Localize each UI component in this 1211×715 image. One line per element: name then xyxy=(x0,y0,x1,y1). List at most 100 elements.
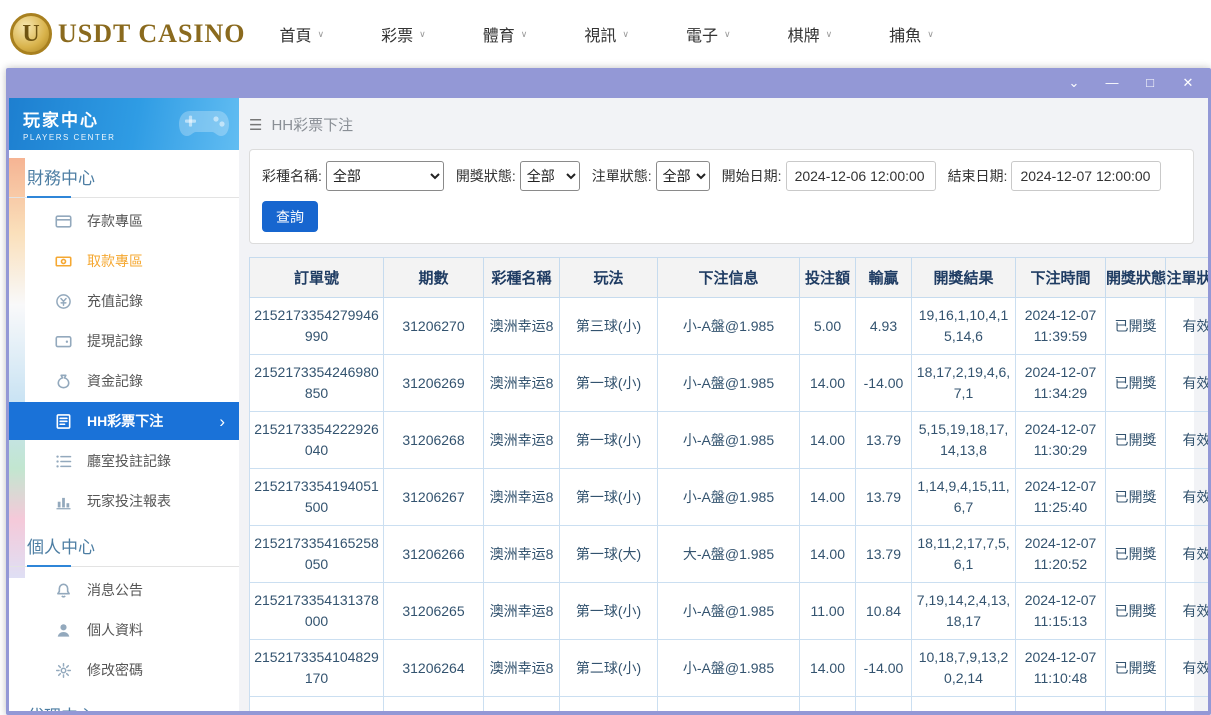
cell-order_status: 有效 xyxy=(1166,355,1209,412)
table-row-partial xyxy=(250,697,1209,712)
start-date-input[interactable] xyxy=(786,161,936,191)
draw-status-select[interactable]: 全部 xyxy=(520,161,580,191)
menu-toggle-icon[interactable]: ☰ xyxy=(249,116,262,134)
cell-order xyxy=(250,697,384,712)
cell-draw_status: 已開獎 xyxy=(1106,412,1166,469)
cell-draw_status: 已開獎 xyxy=(1106,640,1166,697)
cell-period: 31206266 xyxy=(384,526,484,583)
col-header-period: 期數 xyxy=(384,258,484,298)
sidebar-item-profile[interactable]: 個人資料 xyxy=(9,610,239,650)
bets-table-container: 訂單號期數彩種名稱玩法下注信息投注額輸贏開獎結果下注時間開獎狀態注單狀態2152… xyxy=(249,257,1194,711)
cell-play: 第三球(小) xyxy=(560,298,658,355)
cell-info: 小-A盤@1.985 xyxy=(658,298,800,355)
nav-item-board-games[interactable]: 棋牌∨ xyxy=(788,22,833,46)
site-logo[interactable]: U USDT CASINO xyxy=(10,13,246,55)
recharge-icon xyxy=(55,293,72,310)
filter-panel: 彩種名稱: 全部 開獎狀態: 全部 注單狀態: 全 xyxy=(249,149,1194,244)
nav-item-fishing[interactable]: 捕魚 ∨ xyxy=(889,22,934,46)
cell-info: 小-A盤@1.985 xyxy=(658,412,800,469)
chevron-down-icon: ∨ xyxy=(521,29,528,40)
chevron-down-icon: ∨ xyxy=(419,29,426,40)
cell-info: 小-A盤@1.985 xyxy=(658,355,800,412)
sidebar-item-player-bet-report[interactable]: 玩家投注報表 xyxy=(9,481,239,521)
logo-initial: U xyxy=(22,21,39,48)
window-titlebar[interactable]: ⌄ — □ ✕ xyxy=(6,68,1211,98)
cell-period: 31206268 xyxy=(384,412,484,469)
cell-winloss: 13.79 xyxy=(856,412,912,469)
sidebar-item-announcements[interactable]: 消息公告 xyxy=(9,570,239,610)
lottery-type-select[interactable]: 全部 xyxy=(326,161,444,191)
cell-result: 1,14,9,4,15,11,6,7 xyxy=(912,469,1016,526)
end-date-filter: 結束日期: xyxy=(948,161,1162,191)
cell-order: 2152173354194051500 xyxy=(250,469,384,526)
cell-amount xyxy=(800,697,856,712)
cell-time: 2024-12-07 11:34:29 xyxy=(1016,355,1106,412)
order-status-select[interactable]: 全部 xyxy=(656,161,710,191)
bets-table: 訂單號期數彩種名稱玩法下注信息投注額輸贏開獎結果下注時間開獎狀態注單狀態2152… xyxy=(249,257,1208,711)
cell-lottery: 澳洲幸运8 xyxy=(484,469,560,526)
table-row: 215217335410482917031206264澳洲幸运8第二球(小)小-… xyxy=(250,640,1209,697)
cell-order_status: 有效 xyxy=(1166,526,1209,583)
draw-status-filter: 開獎狀態: 全部 xyxy=(456,161,580,191)
cell-winloss: 10.84 xyxy=(856,583,912,640)
cell-draw_status: 已開獎 xyxy=(1106,298,1166,355)
sidebar-item-label: 修改密碼 xyxy=(87,660,143,680)
window-minimize-icon[interactable]: — xyxy=(1105,76,1119,90)
table-row: 215217335416525805031206266澳洲幸运8第一球(大)大-… xyxy=(250,526,1209,583)
cell-lottery: 澳洲幸运8 xyxy=(484,640,560,697)
cell-order: 2152173354104829170 xyxy=(250,640,384,697)
nav-item-label: 捕魚 xyxy=(889,22,921,46)
sidebar-item-withdrawal-records[interactable]: 提現記錄 xyxy=(9,321,239,361)
nav-item-electronic[interactable]: 電子∨ xyxy=(686,22,731,46)
window-controls: ⌄ — □ ✕ xyxy=(1043,76,1195,90)
main-content: ☰ HH彩票下注 彩種名稱: 全部 開獎狀態: 全部 xyxy=(239,98,1208,711)
sidebar-section-agent-center: 代理中心 xyxy=(9,690,239,711)
cell-time: 2024-12-07 11:39:59 xyxy=(1016,298,1106,355)
gamepad-icon xyxy=(177,104,231,142)
nav-item-label: 棋牌 xyxy=(788,22,820,46)
cell-play: 第二球(小) xyxy=(560,640,658,697)
report-icon xyxy=(55,493,72,510)
window-collapse-icon[interactable]: ⌄ xyxy=(1067,76,1081,90)
cell-time: 2024-12-07 11:10:48 xyxy=(1016,640,1106,697)
chevron-down-icon: ∨ xyxy=(318,29,325,40)
draw-status-label: 開獎狀態: xyxy=(456,166,516,186)
window-close-icon[interactable]: ✕ xyxy=(1181,76,1195,90)
col-header-time: 下注時間 xyxy=(1016,258,1106,298)
cell-order: 2152173354279946990 xyxy=(250,298,384,355)
cell-amount: 14.00 xyxy=(800,355,856,412)
sidebar-item-hh-lottery-bets[interactable]: HH彩票下注› xyxy=(9,402,239,440)
window-body: 玩家中心 PLAYERS CENTER 財務中心存款專區取款專區充值記錄提現記錄… xyxy=(9,98,1208,711)
col-header-draw_status: 開獎狀態 xyxy=(1106,258,1166,298)
sidebar-section-personal-center: 個人中心 xyxy=(9,521,239,567)
nav-item-home[interactable]: 首頁∨ xyxy=(280,22,325,46)
sidebar-item-deposit-area[interactable]: 存款專區 xyxy=(9,201,239,241)
cell-winloss: 13.79 xyxy=(856,469,912,526)
main-navigation: 首頁∨彩票∨體育∨視訊∨電子∨棋牌∨捕魚∨ xyxy=(280,22,934,46)
cell-result: 18,17,2,19,4,6,7,1 xyxy=(912,355,1016,412)
order-status-label: 注單狀態: xyxy=(592,166,652,186)
table-header-row: 訂單號期數彩種名稱玩法下注信息投注額輸贏開獎結果下注時間開獎狀態注單狀態 xyxy=(250,258,1209,298)
nav-item-live-video[interactable]: 視訊∨ xyxy=(584,22,629,46)
chevron-down-icon: ∨ xyxy=(927,29,934,40)
sidebar-item-recharge-records[interactable]: 充值記錄 xyxy=(9,281,239,321)
content-header: ☰ HH彩票下注 xyxy=(239,98,1208,141)
nav-item-sports[interactable]: 體育∨ xyxy=(483,22,528,46)
sidebar-item-room-bet-records[interactable]: 廳室投註記錄 xyxy=(9,441,239,481)
cell-result: 5,15,19,18,17,14,13,8 xyxy=(912,412,1016,469)
cell-lottery: 澳洲幸运8 xyxy=(484,526,560,583)
window-maximize-icon[interactable]: □ xyxy=(1143,76,1157,90)
sidebar-item-change-password[interactable]: 修改密碼 xyxy=(9,650,239,690)
sidebar-item-withdrawal-area[interactable]: 取款專區 xyxy=(9,241,239,281)
end-date-input[interactable] xyxy=(1011,161,1161,191)
nav-item-lottery[interactable]: 彩票 ∨ xyxy=(381,22,426,46)
sidebar-item-fund-records[interactable]: 資金記錄 xyxy=(9,361,239,401)
cell-amount: 5.00 xyxy=(800,298,856,355)
cell-time xyxy=(1016,697,1106,712)
col-header-lottery: 彩種名稱 xyxy=(484,258,560,298)
search-button[interactable]: 查詢 xyxy=(262,201,318,232)
logo-text: USDT CASINO xyxy=(58,19,246,49)
cell-period: 31206267 xyxy=(384,469,484,526)
nav-item-label: 彩票 xyxy=(381,22,413,46)
sidebar-item-label: 玩家投注報表 xyxy=(87,491,171,511)
